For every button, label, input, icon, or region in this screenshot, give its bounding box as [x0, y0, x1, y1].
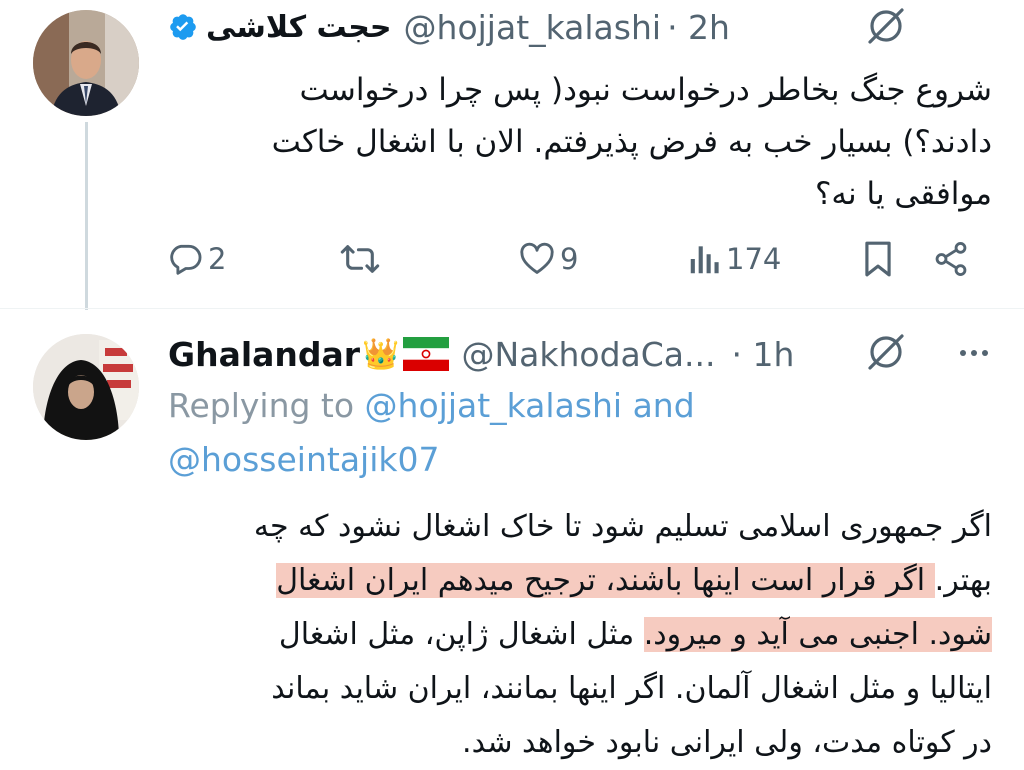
- mention-link[interactable]: @hojjat_kalashi: [365, 386, 623, 425]
- tweet-line: اگر جمهوری اسلامی تسلیم شود تا خاک اشغال…: [160, 500, 992, 554]
- tweet-line: در کوتاه مدت، ولی ایرانی نابود خواهد شد.: [160, 716, 992, 770]
- highlighted-text: اگر قرار است اینها باشند، ترجیح میدهم ای…: [276, 563, 935, 598]
- tweet-line: دادند؟) بسیار خب به فرض پذیرفتم. الان با…: [271, 124, 992, 160]
- replying-to-line: Replying to @hojjat_kalashi and: [168, 386, 695, 432]
- iran-flag-icon: [403, 337, 450, 371]
- share-icon[interactable]: [932, 240, 970, 278]
- avatar-woman-photo: [33, 334, 139, 440]
- tweet-text: بهتر.: [934, 563, 992, 598]
- mention-link[interactable]: @hosseintajik07: [168, 440, 439, 479]
- tweet-line: ایتالیا و مثل اشغال آلمان. اگر اینها بما…: [160, 662, 992, 716]
- tweet-text: اگر جمهوری اسلامی تسلیم شود تا خاک اشغال…: [253, 509, 992, 544]
- more-options-icon[interactable]: [960, 350, 988, 356]
- replying-to-label: Replying to: [168, 386, 355, 425]
- grok-icon[interactable]: [864, 4, 908, 48]
- retweet-icon: [340, 245, 380, 273]
- grok-icon[interactable]: [864, 330, 908, 374]
- retweet-button[interactable]: [340, 240, 380, 278]
- thread-connector-line: [85, 122, 88, 310]
- replying-to-line-2: @hosseintajik07: [168, 440, 439, 486]
- user-handle[interactable]: @NakhodaCa...: [461, 335, 715, 374]
- views-chart-icon: [690, 246, 719, 274]
- user-handle[interactable]: @hojjat_kalashi: [404, 8, 662, 47]
- tweet-line: بهتر. اگر قرار است اینها باشند، ترجیح می…: [160, 554, 992, 608]
- reply-count: 2: [208, 242, 227, 276]
- tweet-line: شود. اجنبی می آید و میرود. مثل اشغال ژاپ…: [160, 608, 992, 662]
- like-button[interactable]: 9: [518, 240, 578, 278]
- highlighted-text: شود. اجنبی می آید و میرود.: [643, 617, 992, 652]
- views-count: 174: [726, 242, 782, 276]
- avatar[interactable]: [33, 10, 139, 116]
- display-name[interactable]: حجت کلاشی: [206, 10, 392, 45]
- reply-icon: [170, 244, 202, 275]
- tweet-line: شروع جنگ بخاطر درخواست نبود( پس چرا درخو…: [299, 72, 992, 108]
- tweet-text: در کوتاه مدت، ولی ایرانی نابود خواهد شد.: [462, 725, 992, 760]
- tweet-time[interactable]: · 1h: [731, 335, 794, 374]
- tweet2-body: اگر جمهوری اسلامی تسلیم شود تا خاک اشغال…: [160, 500, 992, 770]
- tweet-line: موافقی یا نه؟: [814, 176, 992, 212]
- tweet1-header: حجت کلاشی @hojjat_kalashi · 2h: [168, 4, 730, 50]
- mention-and: and: [632, 386, 695, 425]
- tweet-time[interactable]: · 2h: [667, 8, 730, 47]
- views-button[interactable]: 174: [688, 240, 781, 278]
- reply-button[interactable]: 2: [166, 240, 226, 278]
- tweet-text: مثل اشغال ژاپن، مثل اشغال: [278, 617, 644, 652]
- avatar[interactable]: [33, 334, 139, 440]
- bookmark-icon[interactable]: [861, 240, 895, 278]
- tweet-divider: [0, 308, 1024, 309]
- tweet1-body: شروع جنگ بخاطر درخواست نبود( پس چرا درخو…: [160, 64, 992, 220]
- tweet-text: ایتالیا و مثل اشغال آلمان. اگر اینها بما…: [271, 671, 992, 706]
- avatar-man-photo: [33, 10, 139, 116]
- heart-icon: [520, 242, 554, 274]
- verified-badge-icon: [170, 14, 196, 40]
- crown-emoji: 👑: [362, 336, 400, 372]
- tweet2-header: Ghalandar 👑 @NakhodaCa... · 1h: [168, 330, 794, 378]
- like-count: 9: [560, 242, 579, 276]
- display-name[interactable]: Ghalandar: [168, 335, 360, 374]
